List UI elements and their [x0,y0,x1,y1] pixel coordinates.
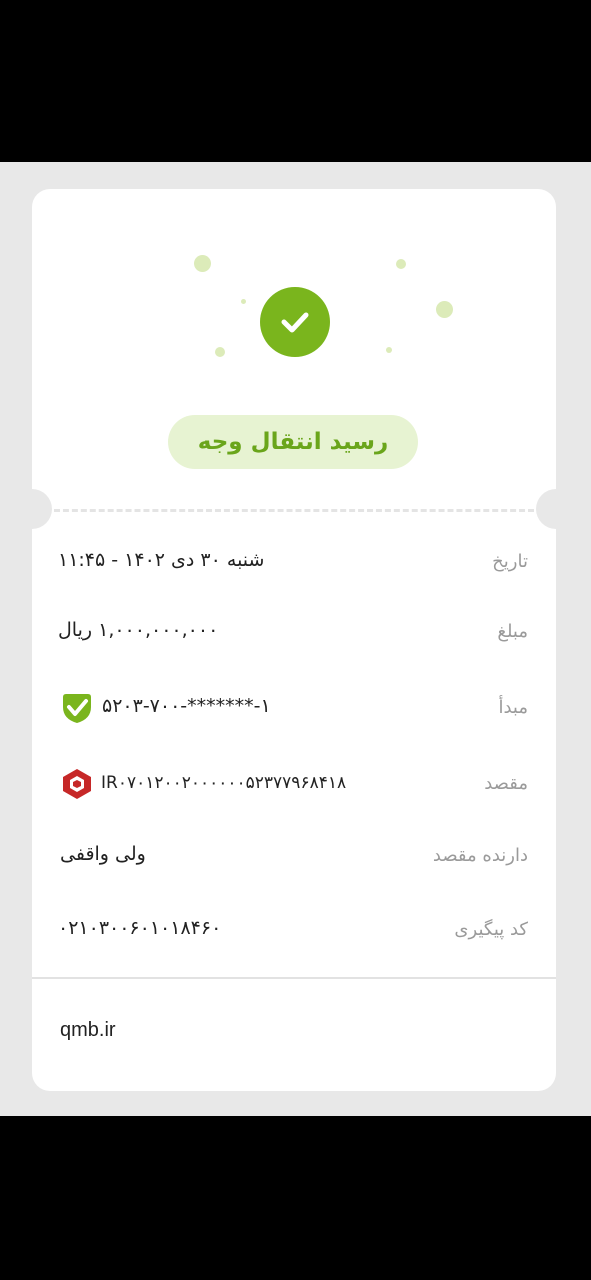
destination-label: مقصد [484,773,528,794]
receipt-title: رسید انتقال وجه [197,429,389,455]
ticket-notch-right [536,489,556,529]
decor-dot [436,301,453,318]
date-value: شنبه ۳۰ دی ۱۴۰۲ - ۱۱:۴۵ [58,549,265,571]
amount-value: ۱,۰۰۰,۰۰۰,۰۰۰ ریال [58,619,219,641]
decor-dot [194,255,211,272]
receipt-card: رسید انتقال وجه تاریخ شنبه ۳۰ دی ۱۴۰۲ - … [32,189,556,1091]
decor-dot [396,259,406,269]
source-row: مبدأ ۵۲۰۳-۷۰۰-*******-۱ [32,689,556,729]
ticket-notch-left [32,489,52,529]
destination-holder-value: ولی واقفی [60,843,146,865]
success-check-icon [260,287,330,357]
tracking-code-value: ۰۲۱۰۳۰۰۶۰۱۰۱۸۴۶۰ [58,917,222,939]
decor-dot [386,347,392,353]
source-label: مبدأ [498,697,528,718]
amount-row: مبلغ ۱,۰۰۰,۰۰۰,۰۰۰ ریال [32,613,556,653]
dashed-divider [54,509,534,512]
decor-dot [215,347,225,357]
tracking-code-row: کد پیگیری ۰۲۱۰۳۰۰۶۰۱۰۱۸۴۶۰ [32,911,556,951]
amount-label: مبلغ [497,621,528,642]
receipt-screen: رسید انتقال وجه تاریخ شنبه ۳۰ دی ۱۴۰۲ - … [0,162,591,1116]
destination-holder-label: دارنده مقصد [432,845,528,866]
date-label: تاریخ [492,551,528,572]
tracking-code-label: کد پیگیری [454,919,528,940]
bank-website-link[interactable]: qmb.ir [60,1019,116,1042]
destination-row: مقصد IR۰۷۰۱۲۰۰۲۰۰۰۰۰۰۵۲۳۷۷۹۶۸۴۱۸ [32,765,556,805]
red-bank-logo-icon [60,767,94,801]
green-checkmark-bank-logo-icon [60,691,94,725]
source-account-value: ۵۲۰۳-۷۰۰-*******-۱ [102,695,271,717]
destination-holder-row: دارنده مقصد ولی واقفی [32,837,556,877]
destination-iban-value: IR۰۷۰۱۲۰۰۲۰۰۰۰۰۰۵۲۳۷۷۹۶۸۴۱۸ [101,773,347,793]
date-row: تاریخ شنبه ۳۰ دی ۱۴۰۲ - ۱۱:۴۵ [32,543,556,583]
navigation-bar-area [0,1116,591,1280]
footer-divider [32,977,556,979]
status-bar-area [0,0,591,162]
receipt-title-badge: رسید انتقال وجه [168,415,418,469]
decor-dot [241,299,246,304]
